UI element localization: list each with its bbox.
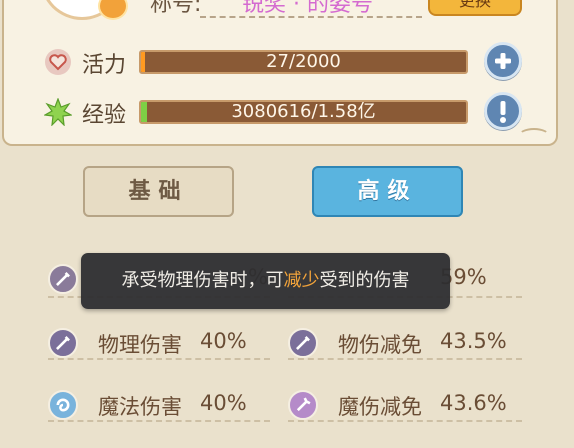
sword-icon xyxy=(48,264,78,294)
magic-damage-value: 40% xyxy=(200,391,247,415)
player-info-panel: 称号: 锐奖 · 的姿号 更换 活力 27/2000 经验 3080616/1.… xyxy=(2,0,558,146)
experience-row: 经验 3080616/1.58亿 xyxy=(4,92,544,130)
physical-damage-value: 40% xyxy=(200,329,247,353)
physical-shield-icon xyxy=(288,328,318,358)
tooltip-text-after: 受到的伤害 xyxy=(319,270,410,291)
experience-bar: 3080616/1.58亿 xyxy=(139,100,468,124)
star-burst-icon xyxy=(44,98,72,126)
tab-basic[interactable]: 基础 xyxy=(83,166,234,217)
physical-reduction-value: 43.5% xyxy=(440,329,507,353)
heart-icon xyxy=(45,49,71,75)
vitality-label: 活力 xyxy=(82,53,127,78)
magic-orb-icon xyxy=(48,390,78,420)
experience-label: 经验 xyxy=(82,103,127,128)
experience-info-button[interactable] xyxy=(484,92,522,130)
attr-magic-damage[interactable]: 魔法伤害 40% xyxy=(48,388,270,428)
add-vitality-button[interactable] xyxy=(484,42,522,80)
physical-damage-label: 物理伤害 xyxy=(98,333,182,357)
attr-physical-damage[interactable]: 物理伤害 40% xyxy=(48,326,270,366)
title-label: 称号: xyxy=(150,0,202,17)
vitality-bar: 27/2000 xyxy=(139,50,468,74)
avatar-badge-icon xyxy=(98,0,128,20)
change-title-button[interactable]: 更换 xyxy=(428,0,522,16)
magic-damage-label: 魔法伤害 xyxy=(98,395,182,419)
experience-value: 3080616/1.58亿 xyxy=(231,101,376,122)
attr-magic-reduction[interactable]: 魔伤减免 43.6% xyxy=(288,388,522,428)
magic-reduction-value: 43.6% xyxy=(440,391,507,415)
physical-sword-icon xyxy=(48,328,78,358)
physical-reduction-label: 物伤减免 xyxy=(338,333,422,357)
attribute-tooltip: 承受物理伤害时，可减少受到的伤害 xyxy=(81,253,450,309)
vitality-value: 27/2000 xyxy=(266,51,341,72)
vitality-row: 活力 27/2000 xyxy=(4,42,544,80)
magic-reduction-label: 魔伤减免 xyxy=(338,395,422,419)
title-underline xyxy=(200,16,422,18)
tab-advanced[interactable]: 高级 xyxy=(312,166,463,217)
tooltip-text-before: 承受物理伤害时，可 xyxy=(121,270,284,291)
panel-flourish-icon xyxy=(518,128,550,144)
attr-physical-reduction[interactable]: 物伤减免 43.5% xyxy=(288,326,522,366)
plus-icon xyxy=(495,53,511,69)
exclamation-icon xyxy=(500,101,506,123)
tooltip-highlight: 减少 xyxy=(283,270,320,291)
magic-wand-icon xyxy=(288,390,318,420)
